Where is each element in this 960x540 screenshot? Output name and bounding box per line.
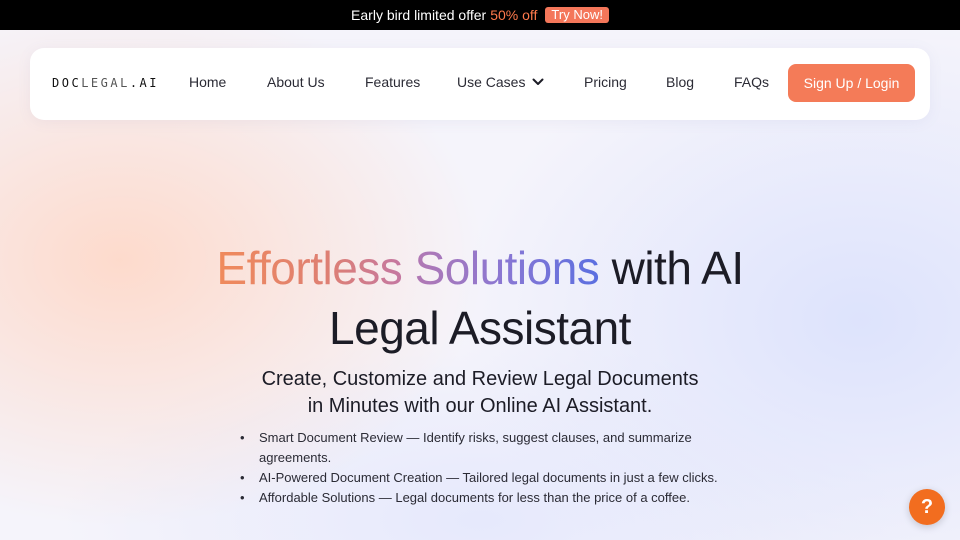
feature-item-affordable: • Affordable Solutions — Legal documents …	[240, 488, 730, 508]
chevron-down-icon	[532, 78, 544, 85]
logo[interactable]: DOCLEGAL.AI	[52, 76, 159, 90]
help-icon: ?	[920, 495, 934, 518]
bullet-icon: •	[240, 470, 245, 485]
feature-text: Smart Document Review — Identify risks, …	[259, 430, 692, 465]
nav-pricing[interactable]: Pricing	[584, 74, 627, 90]
hero-title: Effortless Solutions with AI Legal Assis…	[0, 238, 960, 358]
logo-part-doc: DOC	[52, 76, 82, 90]
hero-subtitle-line1: Create, Customize and Review Legal Docum…	[261, 368, 699, 390]
logo-part-legal: LEGAL	[81, 76, 130, 90]
logo-part-ai: .AI	[129, 76, 159, 90]
promo-banner: Early bird limited offer 50% off Try Now…	[0, 0, 960, 30]
nav-blog[interactable]: Blog	[666, 74, 694, 90]
feature-list: • Smart Document Review — Identify risks,…	[240, 428, 730, 508]
hero-title-solutions: Solutions	[414, 242, 600, 294]
nav-use-cases-label: Use Cases	[457, 74, 526, 90]
hero-subtitle: Create, Customize and Review Legal Docum…	[200, 366, 760, 420]
promo-text: Early bird limited offer	[351, 7, 487, 23]
signup-login-button[interactable]: Sign Up / Login	[788, 64, 915, 102]
nav-about-us[interactable]: About Us	[267, 74, 325, 90]
hero-title-line2: Legal Assistant	[329, 302, 631, 354]
try-now-button[interactable]: Try Now!	[545, 7, 609, 23]
nav-home[interactable]: Home	[189, 74, 226, 90]
feature-text: Affordable Solutions — Legal documents f…	[259, 490, 690, 505]
bullet-icon: •	[240, 490, 245, 505]
nav-use-cases[interactable]: Use Cases	[457, 74, 545, 90]
bullet-icon: •	[240, 430, 245, 445]
hero-title-effortless: Effortless	[216, 242, 403, 294]
help-button[interactable]: ?	[909, 489, 945, 525]
navbar: DOCLEGAL.AI Home About Us Features Use C…	[30, 48, 930, 120]
feature-item-review: • Smart Document Review — Identify risks,…	[240, 428, 730, 468]
feature-item-creation: • AI-Powered Document Creation — Tailored…	[240, 468, 730, 488]
nav-faqs[interactable]: FAQs	[734, 74, 769, 90]
hero-subtitle-line2: in Minutes with our Online AI Assistant.	[307, 395, 653, 417]
nav-features[interactable]: Features	[365, 74, 420, 90]
feature-text: AI-Powered Document Creation — Tailored …	[259, 470, 718, 485]
hero-title-with-ai: with AI	[611, 242, 745, 294]
promo-offer: 50% off	[490, 7, 538, 23]
